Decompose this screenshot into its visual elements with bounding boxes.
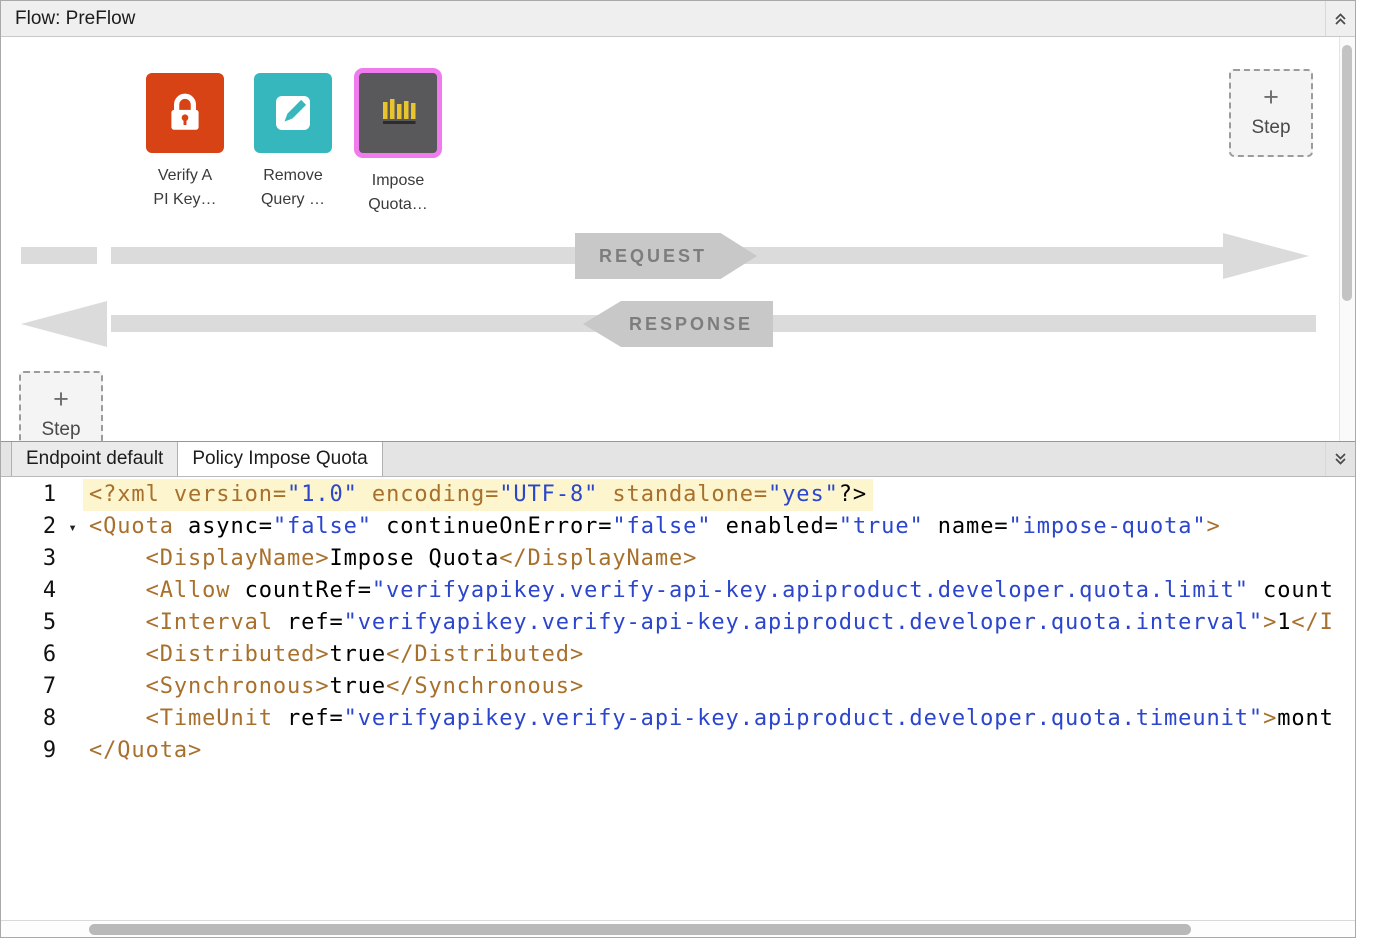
code-text: <TimeUnit ref="verifyapikey.verify-api-k…	[89, 703, 1334, 735]
plus-icon: +	[21, 379, 101, 419]
code-line[interactable]: 2▾<Quota async="false" continueOnError="…	[1, 511, 1355, 543]
code-line[interactable]: 9 </Quota>	[1, 735, 1355, 767]
code-text: </Quota>	[89, 735, 202, 767]
line-number: 7	[1, 671, 57, 703]
chevrons-down-icon	[1333, 451, 1348, 467]
collapse-editor-button[interactable]	[1325, 442, 1355, 476]
line-number: 6	[1, 639, 57, 671]
pencil-icon	[254, 73, 332, 153]
code-text: <Interval ref="verifyapikey.verify-api-k…	[89, 607, 1334, 639]
collapse-flow-button[interactable]	[1325, 1, 1355, 36]
line-number: 2	[1, 511, 57, 543]
line-number: 3	[1, 543, 57, 575]
request-label-badge: REQUEST	[575, 233, 757, 279]
fold-spacer	[57, 575, 89, 607]
code-text: <Quota async="false" continueOnError="fa…	[89, 511, 1221, 543]
lock-icon	[146, 73, 224, 153]
code-line[interactable]: 1 <?xml version="1.0" encoding="UTF-8" st…	[1, 479, 1355, 511]
line-number: 8	[1, 703, 57, 735]
policy-label: Verify A PI Key…	[153, 164, 216, 212]
code-line[interactable]: 6 <Distributed>true</Distributed>	[1, 639, 1355, 671]
tab-policy-impose-quota[interactable]: Policy Impose Quota	[178, 442, 382, 476]
policy-verify-api-key[interactable]: Verify A PI Key…	[130, 73, 240, 212]
code-text: <Synchronous>true</Synchronous>	[89, 671, 584, 703]
scrollbar-thumb[interactable]	[1342, 45, 1352, 301]
policy-remove-query[interactable]: Remove Query …	[238, 73, 348, 212]
code-editor[interactable]: 1 <?xml version="1.0" encoding="UTF-8" st…	[1, 477, 1355, 937]
policy-impose-quota[interactable]: Impose Quota…	[343, 68, 453, 217]
code-text: <?xml version="1.0" encoding="UTF-8" sta…	[83, 479, 873, 511]
code-text: <DisplayName>Impose Quota</DisplayName>	[89, 543, 697, 575]
policy-label: Remove Query …	[261, 164, 325, 212]
fold-spacer	[57, 703, 89, 735]
code-line[interactable]: 7 <Synchronous>true</Synchronous>	[1, 671, 1355, 703]
line-number: 5	[1, 607, 57, 639]
request-arrow-stub	[21, 247, 97, 264]
editor-tabbar: Endpoint default Policy Impose Quota	[1, 441, 1355, 477]
code-line[interactable]: 3 <DisplayName>Impose Quota</DisplayName…	[1, 543, 1355, 575]
code-text: <Distributed>true</Distributed>	[89, 639, 584, 671]
fold-marker-icon[interactable]: ▾	[57, 511, 89, 543]
request-arrowhead-icon	[1223, 233, 1309, 279]
line-number: 9	[1, 735, 57, 767]
tab-endpoint-default[interactable]: Endpoint default	[11, 442, 178, 476]
chevrons-up-icon	[1333, 11, 1348, 27]
scrollbar-thumb[interactable]	[89, 924, 1191, 935]
response-arrowhead-icon	[21, 301, 107, 347]
add-step-button-response[interactable]: + Step	[19, 371, 103, 441]
fold-spacer	[57, 735, 89, 767]
code-line[interactable]: 8 <TimeUnit ref="verifyapikey.verify-api…	[1, 703, 1355, 735]
fold-spacer	[57, 543, 89, 575]
flow-vertical-scrollbar[interactable]	[1339, 37, 1355, 441]
api-proxy-flow-window: Flow: PreFlow Verify A PI Key…	[0, 0, 1356, 938]
flow-title: Flow: PreFlow	[15, 8, 135, 30]
fold-spacer	[57, 607, 89, 639]
line-number: 1	[1, 479, 57, 511]
response-label-badge: RESPONSE	[583, 301, 773, 347]
code-line[interactable]: 5 <Interval ref="verifyapikey.verify-api…	[1, 607, 1355, 639]
plus-icon: +	[1231, 77, 1311, 117]
code-line[interactable]: 4 <Allow countRef="verifyapikey.verify-a…	[1, 575, 1355, 607]
flow-titlebar: Flow: PreFlow	[1, 1, 1355, 37]
quota-bars-icon	[354, 68, 442, 158]
fold-spacer	[57, 671, 89, 703]
code-text: <Allow countRef="verifyapikey.verify-api…	[89, 575, 1334, 607]
line-number: 4	[1, 575, 57, 607]
policy-label: Impose Quota…	[368, 169, 428, 217]
flow-canvas: Verify A PI Key… Remove Query …	[1, 37, 1355, 441]
code-lines: 1 <?xml version="1.0" encoding="UTF-8" st…	[1, 477, 1355, 767]
fold-spacer	[57, 639, 89, 671]
editor-horizontal-scrollbar[interactable]	[1, 920, 1355, 937]
add-step-button-request[interactable]: + Step	[1229, 69, 1313, 157]
